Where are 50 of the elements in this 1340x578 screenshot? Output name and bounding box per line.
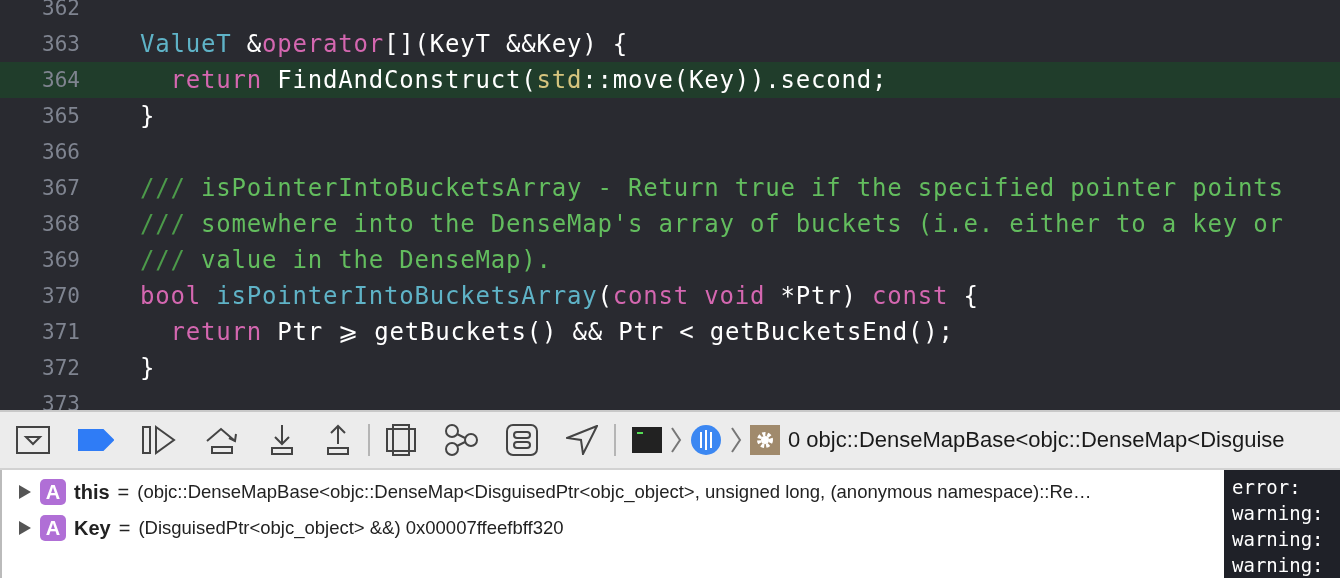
toggles-icon [506, 424, 538, 456]
step-over-icon [204, 425, 240, 455]
variable-value: (objc::DenseMapBase<objc::DenseMap<DisguisedPtr<objc_object>, unsigned long, (anonymous namespace)::Re… [137, 481, 1092, 503]
equals-sign: = [117, 480, 130, 504]
up-arrow-icon [324, 424, 352, 456]
code-line: } [140, 354, 156, 382]
code-line: bool isPointerIntoBucketsArray(const void *Ptr) const { [140, 282, 979, 310]
variable-name: this [74, 480, 110, 504]
chevron-icon [730, 426, 742, 454]
continue-icon [142, 425, 176, 455]
code-line: /// value in the DenseMap). [140, 246, 552, 274]
breakpoint-icon [78, 429, 114, 451]
line-number: 363 [41, 32, 80, 56]
console-line: error: [1232, 475, 1302, 500]
stack-frame-label: 0 objc::DenseMapBase<objc::DenseMap<Disguise [788, 427, 1285, 453]
equals-sign: = [118, 516, 131, 540]
line-number: 370 [41, 284, 80, 308]
terminal-icon [632, 427, 662, 453]
down-arrow-icon [268, 424, 296, 456]
thread-icon [690, 424, 722, 456]
console-line: warning: [1232, 527, 1325, 552]
gear-icon [750, 425, 780, 455]
line-number: 368 [41, 212, 80, 236]
chevron-icon [670, 426, 682, 454]
location-arrow-icon [566, 425, 598, 455]
variable-type-badge: A [40, 479, 66, 505]
variable-name: Key [74, 516, 111, 540]
line-number: 371 [41, 320, 80, 344]
line-number: 372 [41, 356, 80, 380]
code-line: /// isPointerIntoBucketsArray - Return true if the specified pointer points [140, 174, 1284, 202]
line-number: 367 [41, 176, 80, 200]
graph-icon [444, 424, 478, 456]
variable-type-badge: A [40, 515, 66, 541]
line-number: 366 [41, 140, 80, 164]
expand-triangle-icon[interactable] [18, 520, 32, 536]
expand-triangle-icon[interactable] [18, 484, 32, 500]
code-line: } [140, 102, 156, 130]
variable-value: (DisguisedPtr<objc_object> &&) 0x00007ffeefbff320 [138, 517, 564, 539]
console-line: warning: [1232, 501, 1325, 526]
line-number: 369 [41, 248, 80, 272]
panel-icon [16, 426, 50, 454]
code-line: /// somewhere into the DenseMap's array of buckets (i.e. either to a key or [140, 210, 1284, 238]
console-line: warning: [1232, 553, 1325, 578]
line-number: 364 [41, 68, 80, 92]
code-line: return Ptr ⩾ getBuckets() && Ptr < getBucketsEnd(); [169, 318, 954, 346]
layers-icon [386, 424, 416, 456]
line-number: 365 [41, 104, 80, 128]
code-line: return FindAndConstruct(std::move(Key)).second; [169, 66, 888, 94]
line-number: 362 [41, 0, 80, 20]
code-line: ValueT &operator[](KeyT &&Key) { [140, 30, 628, 58]
